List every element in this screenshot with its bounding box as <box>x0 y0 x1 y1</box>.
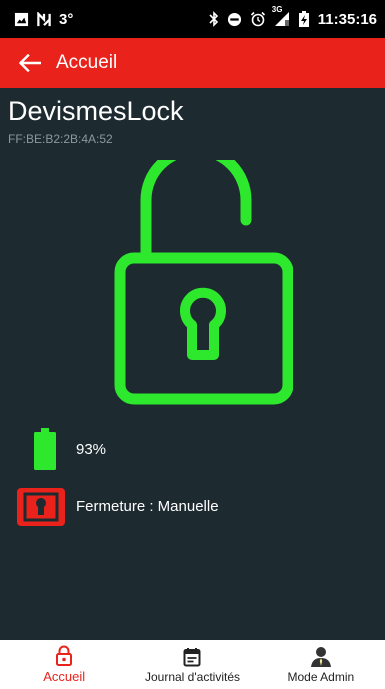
nav-label: Journal d'activités <box>144 670 240 684</box>
battery-status-icon <box>298 11 310 27</box>
clock: 11:35:16 <box>317 10 377 28</box>
battery-level: 93% <box>76 441 107 458</box>
padlock-icon <box>53 645 75 667</box>
app-screen: 3° 3G 11:35:16 Accueil DevismesLock FF:B… <box>0 0 385 689</box>
status-bar: 3° 3G 11:35:16 <box>0 0 385 38</box>
calendar-icon <box>181 646 203 668</box>
manual-lock-icon <box>17 488 65 526</box>
nfc-icon <box>36 11 52 27</box>
device-mac-address: FF:BE:B2:2B:4A:52 <box>8 132 113 146</box>
do-not-disturb-icon <box>227 12 242 27</box>
back-button[interactable] <box>0 38 60 88</box>
image-icon <box>14 12 29 27</box>
alarm-icon <box>250 11 266 27</box>
bottom-navigation: Accueil Journal d'activités Mode Admin <box>0 640 385 689</box>
admin-user-icon <box>310 646 332 668</box>
closure-mode: Fermeture : Manuelle <box>76 498 219 515</box>
signal-number: 3° <box>59 10 74 28</box>
nav-label: Accueil <box>43 669 86 684</box>
nav-accueil[interactable]: Accueil <box>0 640 128 689</box>
app-bar: Accueil <box>0 38 385 88</box>
nav-mode-admin[interactable]: Mode Admin <box>257 640 385 689</box>
signal-icon: 3G <box>272 5 290 27</box>
page-title: Accueil <box>56 52 118 73</box>
nav-label: Mode Admin <box>287 670 355 684</box>
battery-icon <box>34 428 56 470</box>
device-name: DevismesLock <box>8 96 184 126</box>
bluetooth-icon <box>209 11 219 27</box>
network-type: 3G <box>271 5 283 14</box>
unlocked-padlock-icon[interactable] <box>113 160 293 406</box>
nav-journal[interactable]: Journal d'activités <box>128 640 256 689</box>
arrow-left-icon <box>19 54 41 72</box>
